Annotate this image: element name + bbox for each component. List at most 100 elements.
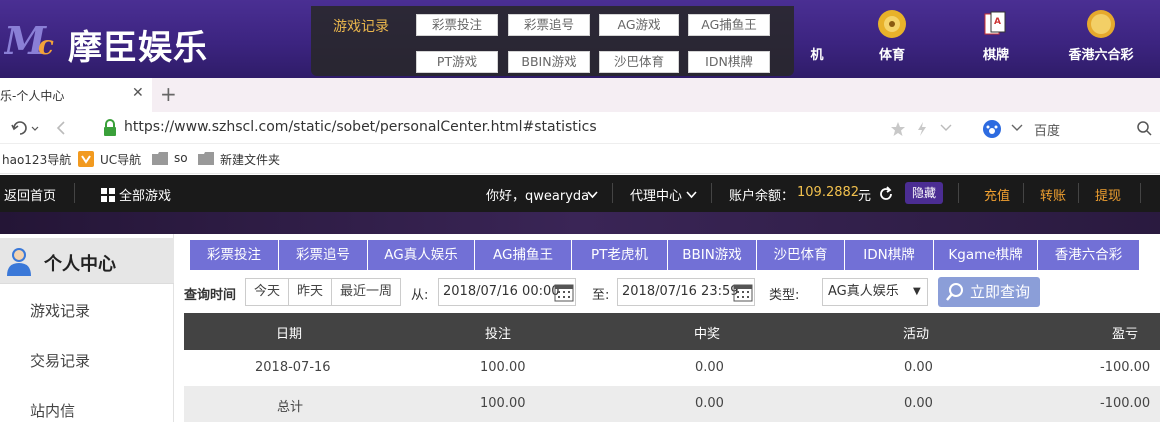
query-submit-label: 立即查询 (970, 283, 1031, 301)
dd-ag-fish[interactable]: AG捕鱼王 (688, 14, 770, 36)
sidebar-item-transactions[interactable]: 交易记录 (30, 350, 90, 371)
deposit-link[interactable]: 充值 (984, 185, 1010, 204)
grid-icon (101, 188, 115, 202)
bookmark-hao123[interactable]: hao123导航 (2, 151, 71, 168)
nav-cards[interactable]: A 棋牌 (951, 8, 1041, 63)
to-label: 至: (592, 288, 610, 303)
chevron-down-icon[interactable] (686, 191, 697, 199)
divider (612, 183, 613, 203)
nav-hk-lottery[interactable]: 香港六合彩 (1056, 8, 1146, 63)
dd-idn-poker[interactable]: IDN棋牌 (688, 51, 770, 73)
nav-cards-label: 棋牌 (982, 48, 1009, 63)
all-games-link[interactable]: 全部游戏 (119, 185, 171, 204)
sidebar: 个人中心 游戏记录 交易记录 站内信 (0, 234, 174, 422)
tab-ag-fish[interactable]: AG捕鱼王 (475, 240, 572, 270)
home-link[interactable]: 返回首页 (4, 185, 56, 204)
hide-balance-button[interactable]: 隐藏 (905, 182, 943, 204)
col-activity: 活动 (903, 327, 930, 342)
url-text[interactable]: https://www.szhscl.com/static/sobet/pers… (124, 119, 597, 135)
divider (1078, 183, 1079, 203)
tab-title: 乐-个人中心 (0, 89, 65, 103)
search-icon[interactable] (1136, 120, 1152, 136)
tab-ag-live[interactable]: AG真人娱乐 (368, 240, 475, 270)
today-button[interactable]: 今天 (245, 278, 289, 306)
star-icon[interactable] (890, 121, 906, 137)
type-label: 类型: (769, 288, 800, 303)
withdraw-link[interactable]: 提现 (1095, 185, 1121, 204)
dd-pt-game[interactable]: PT游戏 (416, 51, 498, 73)
lock-icon (104, 119, 116, 136)
nav-hk-lottery-label: 香港六合彩 (1068, 48, 1134, 63)
baidu-paw-icon[interactable] (982, 119, 1002, 139)
tab-hk-lottery[interactable]: 香港六合彩 (1038, 240, 1140, 270)
cell-activity: 0.00 (904, 396, 933, 411)
chevron-down-icon[interactable] (587, 191, 598, 199)
balance-label: 账户余额： (729, 189, 795, 204)
select-arrow-icon: ▼ (913, 286, 921, 297)
bookmark-so[interactable]: so (174, 151, 188, 165)
dd-lottery-chase[interactable]: 彩票追号 (508, 14, 590, 36)
site-logo-text[interactable]: 摩臣娱乐 (68, 20, 208, 69)
table-row: 2018-07-16 100.00 0.00 0.00 -100.00 (184, 350, 1160, 386)
divider (1140, 183, 1141, 203)
yesterday-button[interactable]: 昨天 (288, 278, 332, 306)
start-date-value: 2018/07/16 00:00 (443, 284, 560, 299)
engine-chevron-icon[interactable] (1010, 123, 1024, 133)
search-icon (946, 283, 963, 301)
dd-saba-sports[interactable]: 沙巴体育 (599, 51, 679, 73)
table-header: 日期 投注 中奖 活动 盈亏 (184, 313, 1160, 350)
tab-idn-poker[interactable]: IDN棋牌 (845, 240, 934, 270)
cell-date: 2018-07-16 (255, 360, 331, 375)
site-banner: M c 摩臣娱乐 机 体育 A 棋牌 香港六合彩 游戏记录 彩票投注 彩票追号 … (0, 0, 1160, 78)
tab-close-icon[interactable]: ✕ (132, 85, 144, 101)
tab-saba-sports[interactable]: 沙巴体育 (757, 240, 845, 270)
browser-tab-strip: 乐-个人中心 ✕ + (0, 78, 1160, 112)
dropdown-title[interactable]: 游戏记录 (333, 16, 389, 36)
sidebar-title: 个人中心 (44, 254, 116, 275)
nav-sports-label: 体育 (878, 48, 905, 63)
end-date-input[interactable]: 2018/07/16 23:59 (617, 278, 755, 306)
agent-center-link[interactable]: 代理中心 (630, 185, 682, 204)
tab-lottery-bet[interactable]: 彩票投注 (190, 240, 279, 270)
query-submit-button[interactable]: 立即查询 (938, 277, 1040, 307)
bookmarks-bar: hao123导航 UC导航 so 新建文件夹 (0, 144, 1160, 174)
chevron-down-icon[interactable] (940, 124, 952, 132)
refresh-icon[interactable] (878, 186, 894, 202)
site-top-nav: 返回首页 全部游戏 你好，qwearyda 代理中心 账户余额： 109.288… (0, 175, 1160, 212)
undo-icon[interactable] (10, 120, 40, 136)
tab-kgame-poker[interactable]: Kgame棋牌 (934, 240, 1038, 270)
tab-bbin[interactable]: BBIN游戏 (668, 240, 757, 270)
uc-icon (78, 151, 94, 167)
transfer-link[interactable]: 转账 (1040, 185, 1066, 204)
nav-sports[interactable]: 体育 (847, 8, 937, 63)
cell-profit: -100.00 (1100, 396, 1151, 411)
lightning-icon[interactable] (916, 121, 928, 137)
back-icon[interactable] (54, 120, 68, 136)
cards-icon: A (984, 11, 1006, 35)
calendar-icon[interactable] (554, 282, 574, 302)
cell-bet: 100.00 (480, 396, 526, 411)
start-date-input[interactable]: 2018/07/16 00:00 (438, 278, 576, 306)
divider (74, 183, 75, 203)
balance-value: 109.2882 (797, 185, 860, 200)
last-week-button[interactable]: 最近一周 (331, 278, 401, 306)
type-select[interactable]: AG真人娱乐 ▼ (822, 278, 928, 306)
dd-ag-game[interactable]: AG游戏 (599, 14, 679, 36)
tab-lottery-chase[interactable]: 彩票追号 (279, 240, 368, 270)
tab-pt-slots[interactable]: PT老虎机 (572, 240, 668, 270)
dd-lottery-bet[interactable]: 彩票投注 (416, 14, 498, 36)
sidebar-item-game-records[interactable]: 游戏记录 (30, 300, 90, 321)
col-profit: 盈亏 (1112, 327, 1139, 342)
svg-text:c: c (38, 31, 54, 61)
browser-tab[interactable]: 乐-个人中心 ✕ (0, 78, 152, 112)
decorative-strip (0, 212, 1160, 234)
new-tab-icon[interactable]: + (160, 82, 177, 106)
dd-bbin-game[interactable]: BBIN游戏 (508, 51, 590, 73)
search-engine-label[interactable]: 百度 (1034, 120, 1060, 139)
calendar-icon[interactable] (733, 282, 753, 302)
from-label: 从: (411, 288, 429, 303)
bookmark-new-folder[interactable]: 新建文件夹 (220, 151, 280, 168)
greeting[interactable]: 你好，qwearyda (486, 185, 589, 204)
sidebar-item-messages[interactable]: 站内信 (30, 400, 75, 421)
bookmark-uc[interactable]: UC导航 (100, 151, 141, 168)
